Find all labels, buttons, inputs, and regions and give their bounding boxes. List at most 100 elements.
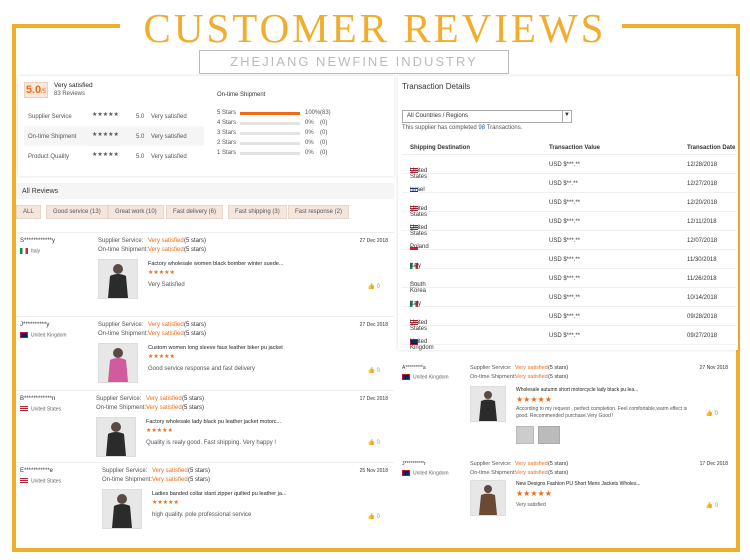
- review-card: J**********r United Kingdom Supplier Ser…: [398, 456, 738, 532]
- thumbs-up-icon: 👍: [367, 514, 375, 520]
- dist-bar: [240, 122, 300, 125]
- product-image[interactable]: [98, 259, 138, 299]
- reviewer-country: United Kingdom: [402, 470, 449, 476]
- ontime-stars: (5 stars): [184, 331, 207, 337]
- product-image[interactable]: [470, 480, 506, 516]
- like-button[interactable]: 👍 0: [706, 410, 719, 417]
- ontime-label: On-time Shipment:: [96, 405, 147, 411]
- thumbs-up-icon: 👍: [705, 411, 713, 417]
- review-tag[interactable]: Good service (13): [46, 205, 108, 219]
- review-tag[interactable]: Fast response (2): [288, 205, 350, 219]
- product-title[interactable]: New Designs Fashion PU Short Mens Jacket…: [516, 481, 641, 487]
- review-card: E***********e United States Supplier Ser…: [16, 462, 394, 534]
- like-button[interactable]: 👍 0: [368, 367, 381, 374]
- reviewer-country: United Kingdom: [402, 374, 449, 380]
- product-title[interactable]: Ladies banded collar slant zipper quilte…: [152, 491, 287, 497]
- supplier-service-stars: (5 stars): [548, 365, 569, 371]
- product-title[interactable]: Wholesale autumn short motorcycle lady b…: [516, 387, 638, 393]
- review-tag[interactable]: Fast shipping (3): [228, 205, 287, 219]
- tx-value: USD $***.**: [549, 200, 581, 206]
- transaction-row: United States USD $***.** 12/20/2018: [402, 194, 736, 218]
- flag-icon: [20, 406, 28, 412]
- supplier-service-value: Very satisfied: [515, 461, 548, 467]
- supplier-service-label: Supplier Service:: [470, 365, 512, 371]
- overall-score: 5.0/5: [24, 82, 48, 98]
- review-stars: ★★★★★: [516, 489, 552, 498]
- rating-text: Very satisfied: [151, 134, 187, 140]
- product-image[interactable]: [470, 386, 506, 422]
- company-name: ZHEJIANG NEWFINE INDUSTRY CO.,LTD.: [199, 50, 509, 91]
- ontime-value: Very satisfied: [146, 405, 182, 411]
- review-photo[interactable]: [538, 426, 560, 444]
- tx-value: USD $***.**: [549, 219, 581, 225]
- transaction-row: South Korea USD $***.** 11/26/2018: [402, 270, 736, 294]
- ontime-label: On-time Shipment:: [470, 374, 516, 380]
- product-image[interactable]: [102, 489, 142, 529]
- tx-date: 11/26/2018: [687, 276, 717, 282]
- review-stars: ★★★★★: [516, 395, 552, 404]
- supplier-service-stars: (5 stars): [548, 461, 569, 467]
- rating-stars: ★★★★★: [92, 112, 119, 118]
- reviewer-country: Italy: [20, 248, 40, 254]
- rating-value: 5.0: [136, 114, 145, 120]
- flag-icon: [20, 478, 28, 484]
- like-button[interactable]: 👍 0: [368, 513, 381, 520]
- transaction-row: United States USD $***.** 09/28/2018: [402, 308, 736, 332]
- col-date: Transaction Date: [687, 145, 736, 151]
- tx-date: 12/27/2018: [687, 181, 718, 187]
- review-tag[interactable]: Great work (10): [108, 205, 164, 219]
- tx-date: 09/27/2018: [687, 333, 718, 339]
- like-button[interactable]: 👍 0: [706, 502, 719, 509]
- rating-value: 5.0: [136, 154, 145, 160]
- ontime-label: On-time Shipment:: [102, 477, 153, 483]
- like-button[interactable]: 👍 0: [368, 283, 381, 290]
- review-tag[interactable]: Fast delivery (6): [166, 205, 224, 219]
- dist-bar: [240, 132, 300, 135]
- dist-label: 2 Stars: [217, 140, 237, 146]
- ontime-stars: (5 stars): [182, 405, 205, 411]
- ontime-label: On-time Shipment:: [98, 331, 149, 337]
- reviewer-country: United Kingdom: [20, 332, 67, 338]
- dist-label: 5 Stars: [217, 110, 237, 116]
- rating-stars: ★★★★★: [92, 132, 119, 138]
- dist-percent: 0%: [305, 150, 314, 156]
- region-select[interactable]: All Countries / Regions ▼: [402, 110, 572, 123]
- product-title[interactable]: Custom women long sleeve faux leather bi…: [148, 345, 283, 351]
- review-card: S************y Italy Supplier Service: V…: [16, 232, 394, 310]
- tx-date: 10/14/2018: [687, 295, 718, 301]
- dist-bar: [240, 152, 300, 155]
- flag-icon: [402, 374, 410, 380]
- product-image[interactable]: [98, 343, 138, 383]
- review-photo[interactable]: [516, 426, 534, 444]
- tx-value: USD $***.**: [549, 314, 581, 320]
- product-image[interactable]: [96, 417, 136, 457]
- product-title[interactable]: Factory wholesale lady black pu leather …: [146, 419, 281, 425]
- flag-icon: [402, 470, 410, 476]
- like-button[interactable]: 👍 0: [368, 439, 381, 446]
- review-date: 27 Dec 2018: [359, 322, 388, 328]
- product-title[interactable]: Factory wholesale women black bomber win…: [148, 261, 283, 267]
- reviewer-name: J**********y: [20, 322, 50, 328]
- dist-count: (0): [320, 130, 328, 136]
- reviewer-name: B************n: [20, 396, 56, 402]
- review-stars: ★★★★★: [146, 428, 173, 434]
- dist-label: 3 Stars: [217, 130, 237, 136]
- ontime-stars: (5 stars): [548, 374, 569, 380]
- all-reviews-header: [16, 183, 394, 199]
- review-card: B************n United States Supplier Se…: [16, 390, 394, 468]
- transaction-row: Israel USD $**.** 12/27/2018: [402, 175, 736, 193]
- dist-bar: [240, 112, 300, 115]
- tx-value: USD $**.**: [549, 181, 578, 187]
- rating-label: On-time Shipment: [28, 134, 77, 140]
- review-date: 27 Nov 2018: [699, 365, 728, 371]
- rating-stars: ★★★★★: [92, 152, 119, 158]
- rating-label: Supplier Service: [28, 114, 72, 120]
- ontime-stars: (5 stars): [188, 477, 211, 483]
- review-tag[interactable]: ALL: [16, 205, 41, 219]
- dist-label: 1 Stars: [217, 150, 237, 156]
- thumbs-up-icon: 👍: [367, 284, 375, 290]
- rating-text: Very satisfied: [151, 154, 187, 160]
- review-stars: ★★★★★: [152, 500, 179, 506]
- dist-percent: 100%: [305, 110, 321, 116]
- transaction-row: United States USD $***.** 12/28/2018: [402, 156, 736, 180]
